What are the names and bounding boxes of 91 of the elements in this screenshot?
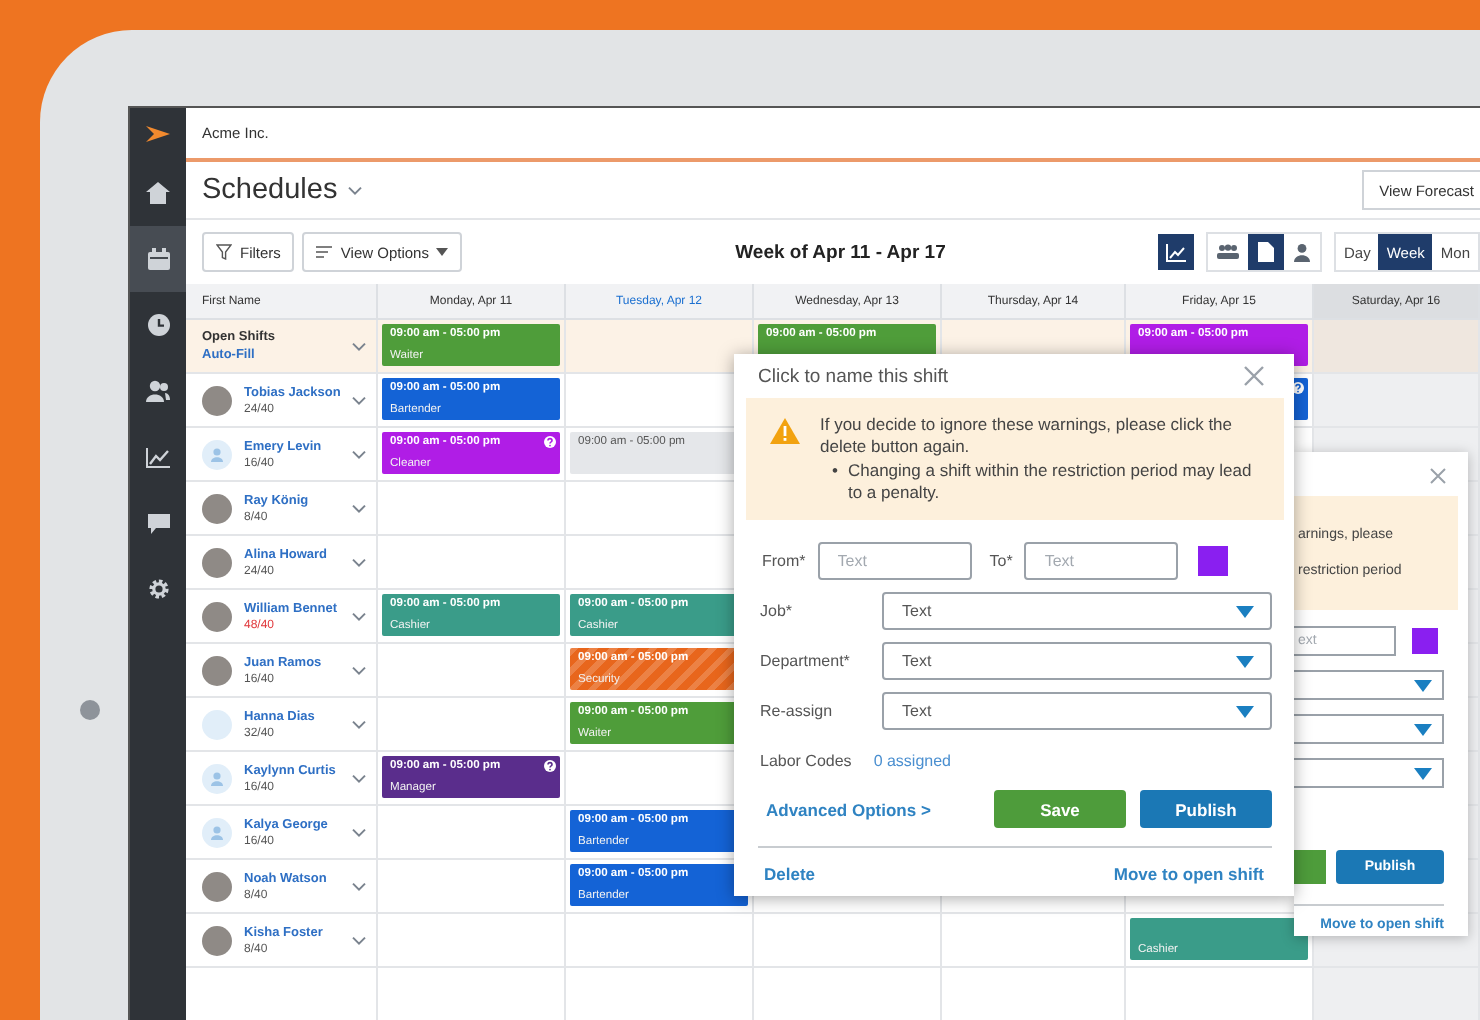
chevron-icon[interactable] [352, 827, 366, 837]
chevron-icon[interactable] [352, 773, 366, 783]
chevron-icon[interactable] [352, 935, 366, 945]
calendar-icon [147, 248, 169, 270]
avatar-photo-placeholder [202, 601, 232, 631]
delete-link[interactable]: Delete [764, 864, 816, 885]
schedule-cell[interactable] [1314, 374, 1480, 428]
clock-icon [147, 314, 169, 336]
chevron-icon[interactable] [352, 449, 366, 459]
schedule-cell[interactable] [1314, 968, 1480, 1020]
schedule-cell[interactable] [378, 806, 566, 860]
dropdown-field[interactable]: Text [882, 642, 1272, 681]
chevron-icon[interactable] [352, 719, 366, 729]
help-icon [544, 760, 556, 772]
help-icon [544, 436, 556, 448]
schedule-cell[interactable] [1314, 320, 1480, 374]
chevron-icon[interactable] [352, 611, 366, 621]
caret-icon [1236, 605, 1254, 618]
schedule-cell[interactable] [754, 914, 942, 968]
caret-icon [1414, 767, 1432, 779]
dropdown-field[interactable] [1294, 758, 1444, 788]
schedule-cell[interactable] [378, 482, 566, 536]
avatar-photo-placeholder [202, 493, 232, 523]
save-button[interactable]: Save [994, 790, 1126, 829]
week-title: Week of Apr 11 - Apr 17 [733, 241, 948, 263]
schedule-cell[interactable] [566, 320, 754, 374]
document-view-icon[interactable] [1248, 234, 1285, 270]
schedule-cell[interactable] [378, 536, 566, 590]
move-to-open-shift-link[interactable]: Move to open shift [1113, 864, 1264, 885]
dropdown-field[interactable]: Text [882, 692, 1272, 731]
caret-icon [436, 248, 449, 256]
avatar-icon [202, 817, 232, 847]
schedule-cell[interactable] [378, 914, 566, 968]
schedule-cell[interactable] [566, 914, 754, 968]
warning-bullet: Changing a shift within the restriction period may lead to a penalty. [847, 460, 1254, 505]
caret-icon [1236, 705, 1254, 718]
chevron-icon[interactable] [352, 395, 366, 405]
people-icon [146, 380, 170, 402]
line-chart-icon [146, 447, 170, 467]
publish-button[interactable]: Publish [1140, 790, 1272, 829]
filter-icon [216, 244, 232, 260]
field-label: Department* [760, 652, 852, 671]
schedule-cell[interactable] [378, 644, 566, 698]
color-swatch[interactable] [1412, 628, 1438, 654]
avatar-photo-placeholder [202, 547, 232, 577]
title-chevron-icon[interactable] [347, 185, 362, 195]
labor-codes-label: Labor Codes [760, 752, 852, 771]
page-title: Schedules [202, 174, 338, 206]
chat-icon [147, 513, 169, 533]
avatar-photo-placeholder [202, 655, 232, 685]
chevron-icon[interactable] [352, 341, 366, 351]
settings-icon [147, 578, 169, 600]
caret-icon [1414, 723, 1432, 735]
warning-icon [770, 418, 800, 444]
logo-icon [146, 126, 170, 142]
advanced-options-link[interactable]: Advanced Options > [766, 799, 994, 820]
chevron-icon[interactable] [352, 665, 366, 675]
avatar-photo-placeholder [202, 385, 232, 415]
chevron-icon[interactable] [352, 503, 366, 513]
avatar-photo-placeholder [202, 925, 232, 955]
chart-view-icon[interactable] [1158, 234, 1195, 270]
schedule-cell[interactable] [378, 698, 566, 752]
avatar-photo-placeholder [202, 871, 232, 901]
avatar-icon [202, 709, 232, 739]
schedule-cell[interactable] [378, 860, 566, 914]
from-label: From* [762, 552, 806, 571]
dropdown-field[interactable] [1294, 714, 1444, 744]
to-label: To* [989, 552, 1013, 571]
camera-dot [80, 700, 100, 720]
lines-icon [316, 246, 333, 258]
avatar-icon [202, 763, 232, 793]
to-field[interactable]: Text [1024, 542, 1179, 581]
field-label: Job* [760, 602, 795, 621]
dropdown-field[interactable]: Text [882, 592, 1272, 631]
schedule-cell[interactable] [942, 914, 1126, 968]
labor-codes-link[interactable]: 0 assigned [873, 752, 952, 771]
home-icon [146, 182, 170, 204]
close-icon[interactable] [1430, 468, 1446, 484]
close-icon[interactable] [1244, 366, 1264, 386]
caret-icon [1236, 655, 1254, 668]
warning-message: If you decide to ignore these warnings, please click the delete button again. [820, 414, 1235, 459]
field-label: Re-assign [760, 702, 835, 721]
chevron-icon[interactable] [352, 881, 366, 891]
bullet-marker: • [832, 460, 838, 485]
color-swatch[interactable] [1198, 546, 1229, 577]
caret-icon [1414, 679, 1432, 691]
from-field[interactable]: Text [817, 542, 972, 581]
chevron-icon[interactable] [352, 557, 366, 567]
avatar-icon [202, 439, 232, 469]
dropdown-field[interactable] [1294, 670, 1444, 700]
sidebar-item[interactable] [130, 226, 186, 292]
